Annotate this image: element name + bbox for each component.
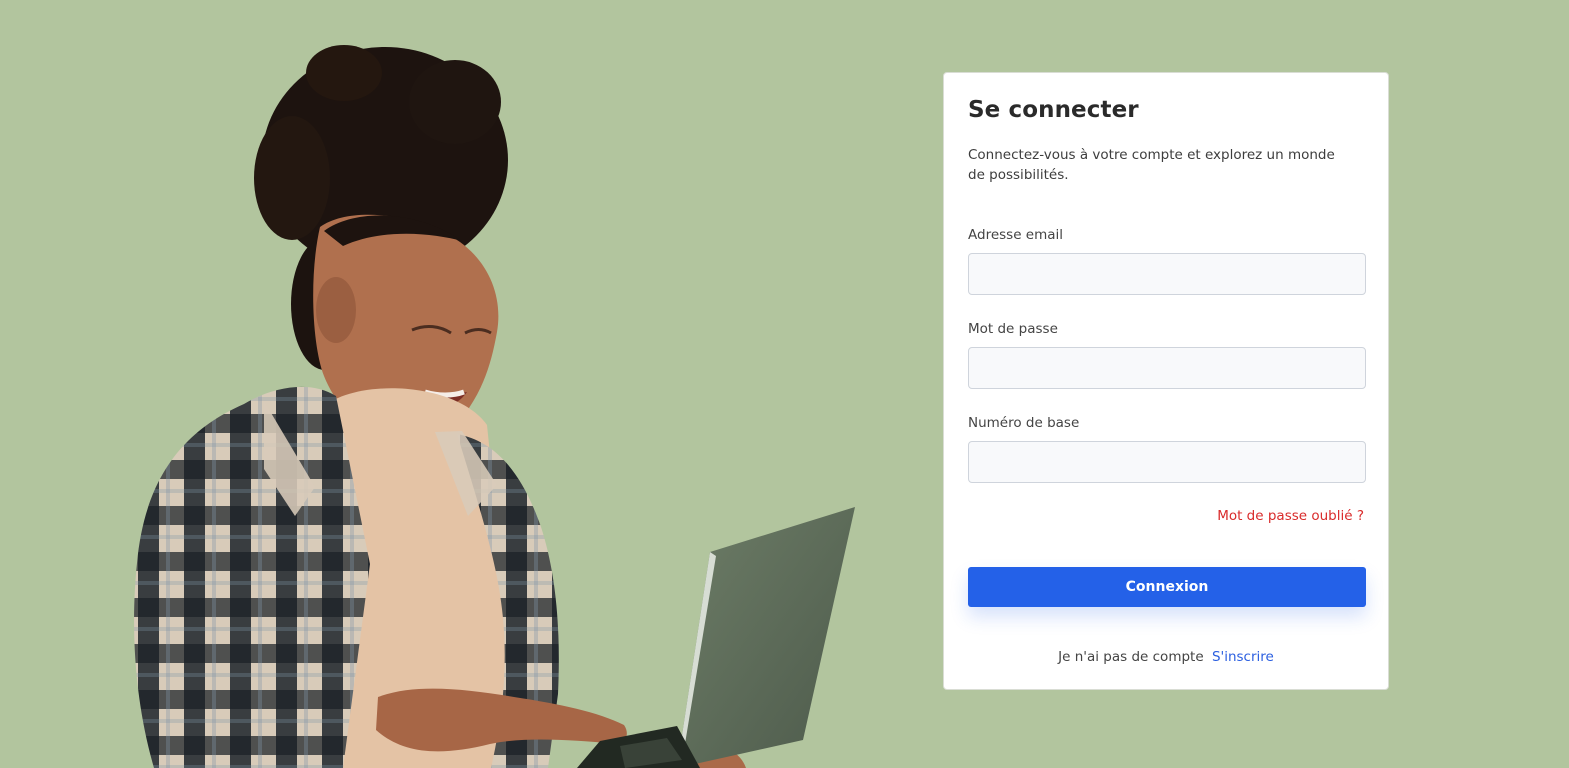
- student-with-laptop-illustration: [134, 45, 855, 768]
- page-subtitle: Connectez-vous à votre compte et explore…: [968, 147, 1335, 183]
- password-field[interactable]: [968, 347, 1366, 389]
- forgot-password-link[interactable]: Mot de passe oublié ?: [1217, 508, 1364, 524]
- signup-row: Je n'ai pas de compte S'inscrire: [944, 649, 1388, 665]
- email-label: Adresse email: [968, 227, 1064, 243]
- page-title: Se connecter: [968, 97, 1139, 123]
- password-label: Mot de passe: [968, 321, 1058, 337]
- login-card: Se connecter Connectez-vous à votre comp…: [943, 72, 1389, 690]
- email-field[interactable]: [968, 253, 1366, 295]
- signup-link[interactable]: S'inscrire: [1212, 649, 1274, 665]
- base-number-label: Numéro de base: [968, 415, 1080, 431]
- hero-illustration: [0, 0, 920, 768]
- login-button[interactable]: Connexion: [968, 567, 1366, 607]
- signup-prompt: Je n'ai pas de compte: [1058, 649, 1204, 665]
- base-number-field[interactable]: [968, 441, 1366, 483]
